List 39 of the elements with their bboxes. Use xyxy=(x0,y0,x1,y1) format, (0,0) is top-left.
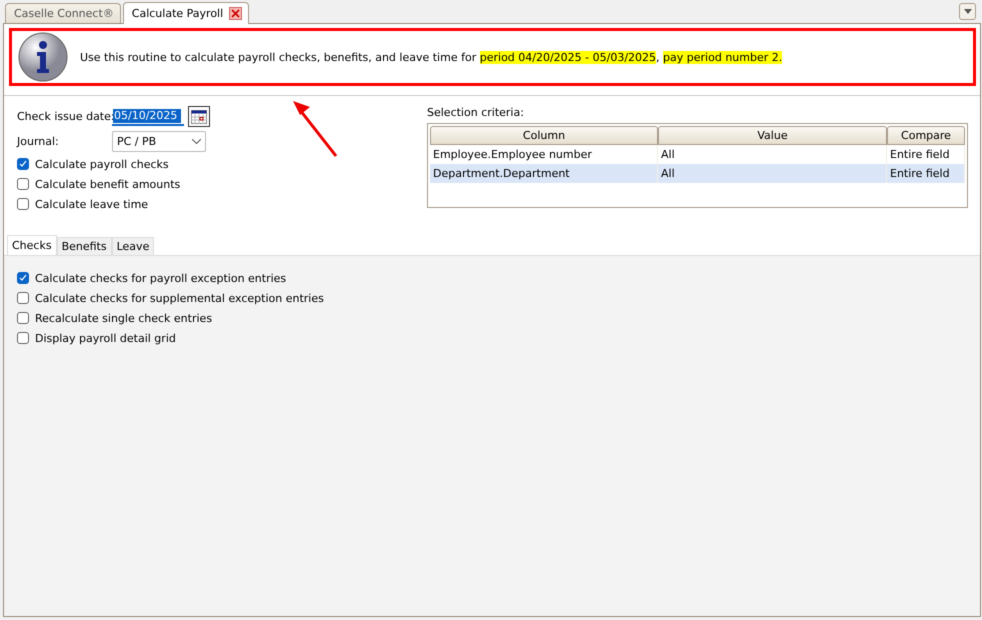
field-label: Journal: xyxy=(17,135,60,148)
checkbox[interactable] xyxy=(17,312,29,324)
journal-dropdown[interactable]: PC / PB xyxy=(112,131,206,152)
checkbox-label: Calculate benefit amounts xyxy=(35,178,180,190)
column-header[interactable]: Value xyxy=(658,126,887,145)
checkbox[interactable] xyxy=(17,198,29,210)
chevron-icon xyxy=(192,139,201,144)
checkbox[interactable] xyxy=(17,292,29,304)
checkbox[interactable] xyxy=(17,272,29,284)
info-message: Use this routine to calculate payroll checks, benefits, and leave time for period 04/20/2025 - 05/03/2025, pay period number 2. xyxy=(80,50,782,64)
info-icon xyxy=(18,32,68,82)
checkbox[interactable] xyxy=(17,332,29,344)
dropdown-button[interactable] xyxy=(959,3,976,20)
checkbox-label: Calculate checks for payroll exception entries xyxy=(35,272,286,284)
table-cell: Entire field xyxy=(887,164,965,183)
field-label: Check issue date: xyxy=(17,110,112,123)
column-header[interactable]: Compare xyxy=(887,126,965,145)
checkbox-label: Recalculate single check entries xyxy=(35,312,212,324)
section-label: Selection criteria: xyxy=(427,106,525,119)
checkbox-label: Calculate checks for supplemental exception entries xyxy=(35,292,324,304)
checkbox-label: Calculate leave time xyxy=(35,198,148,210)
checkbox-label: Display payroll detail grid xyxy=(35,332,176,344)
checkbox[interactable] xyxy=(17,178,29,190)
caret-icon xyxy=(964,9,972,14)
tab[interactable]: Leave xyxy=(112,237,154,255)
checkbox-label: Calculate payroll checks xyxy=(35,158,169,170)
close-icon[interactable] xyxy=(229,7,242,20)
arrow xyxy=(292,100,338,158)
table-cell: All xyxy=(658,164,887,183)
table-cell: All xyxy=(658,145,887,164)
document-tab[interactable]: Calculate Payroll xyxy=(122,2,250,24)
document-tab[interactable]: Caselle Connect® xyxy=(5,3,121,23)
date-field[interactable]: 05/10/2025 xyxy=(112,107,184,126)
tab[interactable]: Checks xyxy=(7,235,57,255)
tab[interactable]: Benefits xyxy=(56,237,112,255)
column-header[interactable]: Column xyxy=(430,126,658,145)
table-cell: Department.Department xyxy=(430,164,658,183)
checkbox[interactable] xyxy=(17,158,29,170)
calendar-icon[interactable] xyxy=(188,106,210,127)
